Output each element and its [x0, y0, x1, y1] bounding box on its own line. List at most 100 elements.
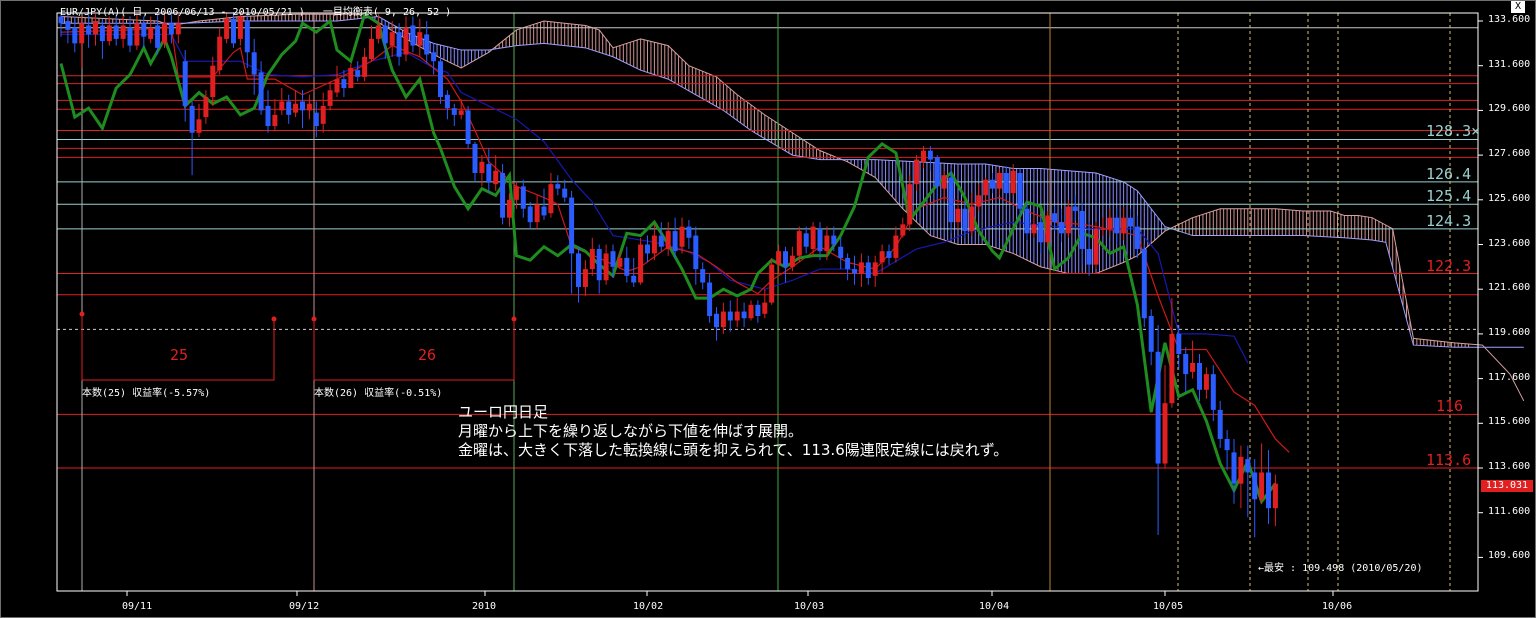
candle-body [424, 34, 430, 55]
candle-body [603, 253, 609, 281]
candle-body [693, 235, 699, 270]
candle [879, 244, 885, 274]
candle-body [189, 105, 195, 133]
candle-body [617, 257, 623, 267]
candle-body [1059, 222, 1064, 234]
candle-body [907, 184, 913, 225]
candle [693, 226, 699, 285]
candle [72, 16, 78, 53]
candle-body [486, 164, 492, 182]
candle-body [803, 233, 809, 247]
candle [265, 90, 271, 133]
candle [631, 257, 637, 287]
candle-body [224, 18, 230, 39]
window-border [0, 0, 1536, 618]
candle [893, 226, 899, 263]
candle [451, 103, 457, 127]
candle-body [1017, 172, 1023, 209]
candle-body [700, 269, 706, 283]
candle [334, 65, 340, 97]
y-tick-label: 127.600 [1488, 148, 1531, 160]
annotation-line: 月曜から上下を繰り返しながら下値を伸ばす展開。 [458, 422, 804, 440]
candle-body [1038, 222, 1044, 243]
candle-body [645, 244, 650, 254]
candle-body [810, 226, 816, 249]
ichimoku-cloud [60, 13, 1525, 402]
candle-body [258, 72, 264, 111]
candle [803, 226, 809, 254]
candle [783, 246, 788, 283]
candle-body [1100, 228, 1106, 230]
candle-body [686, 226, 692, 238]
candle [1210, 365, 1216, 422]
candle-body [231, 18, 236, 44]
candle [1155, 324, 1161, 536]
candle [389, 21, 395, 57]
y-tick-label: 115.600 [1488, 416, 1531, 428]
candle-body [755, 304, 761, 317]
candle-body [1121, 217, 1127, 234]
candle [714, 307, 719, 341]
candle [162, 14, 167, 48]
period-end-dot [511, 316, 517, 322]
candle [1217, 400, 1223, 448]
candle-body [582, 269, 588, 287]
candle [576, 246, 581, 303]
candle-body [417, 32, 423, 46]
candle [300, 90, 305, 129]
close-icon[interactable]: X [1511, 1, 1525, 13]
candle-body [120, 25, 126, 39]
candle-body [1176, 333, 1182, 355]
candle-body [327, 90, 333, 106]
candle [217, 27, 223, 75]
chart-title: EUR/JPY(A)( 日, 2006/06/13 - 2010/05/21 )… [60, 3, 451, 18]
candle [886, 244, 892, 265]
candle-body [162, 23, 167, 44]
candle [927, 146, 933, 171]
candle [86, 14, 92, 48]
candle-body [237, 16, 243, 39]
candle-body [65, 21, 71, 30]
candle-body [934, 157, 940, 187]
span-a-line [60, 13, 1525, 402]
candle-body [106, 25, 112, 42]
candle-body [1024, 208, 1030, 234]
x-tick-label: 09/11 [122, 601, 153, 612]
candle [1065, 199, 1071, 238]
candle-body [921, 150, 926, 162]
candle [1072, 195, 1078, 220]
candle-body [251, 52, 257, 75]
candle-body [451, 108, 457, 115]
candle-body [1031, 224, 1037, 234]
candle [1183, 347, 1189, 393]
horizontal-lines [57, 27, 1478, 469]
candle-body [86, 25, 92, 35]
candle-body [196, 119, 202, 133]
candle-body [341, 79, 347, 89]
candle [293, 90, 299, 118]
candle [934, 155, 940, 200]
candle-body [624, 257, 630, 276]
candle-body [872, 262, 878, 276]
candle-body [1079, 210, 1085, 249]
candle-body [1155, 351, 1161, 464]
candle [417, 18, 423, 57]
candle-body [389, 32, 395, 46]
y-tick-label: 129.600 [1488, 103, 1531, 115]
candle-body [410, 25, 416, 46]
candle [369, 25, 374, 62]
candle-body [1272, 483, 1278, 509]
candle [872, 255, 878, 287]
candle [320, 92, 326, 133]
candle [589, 237, 595, 276]
candle-body [175, 23, 181, 35]
candle-body [796, 231, 802, 256]
candle [175, 14, 181, 44]
candle [486, 148, 492, 194]
candle [658, 222, 664, 252]
candle-body [1197, 362, 1202, 390]
candle [1121, 206, 1127, 241]
candle-body [493, 170, 499, 185]
candle-body [444, 94, 450, 109]
candle-body [927, 150, 933, 160]
